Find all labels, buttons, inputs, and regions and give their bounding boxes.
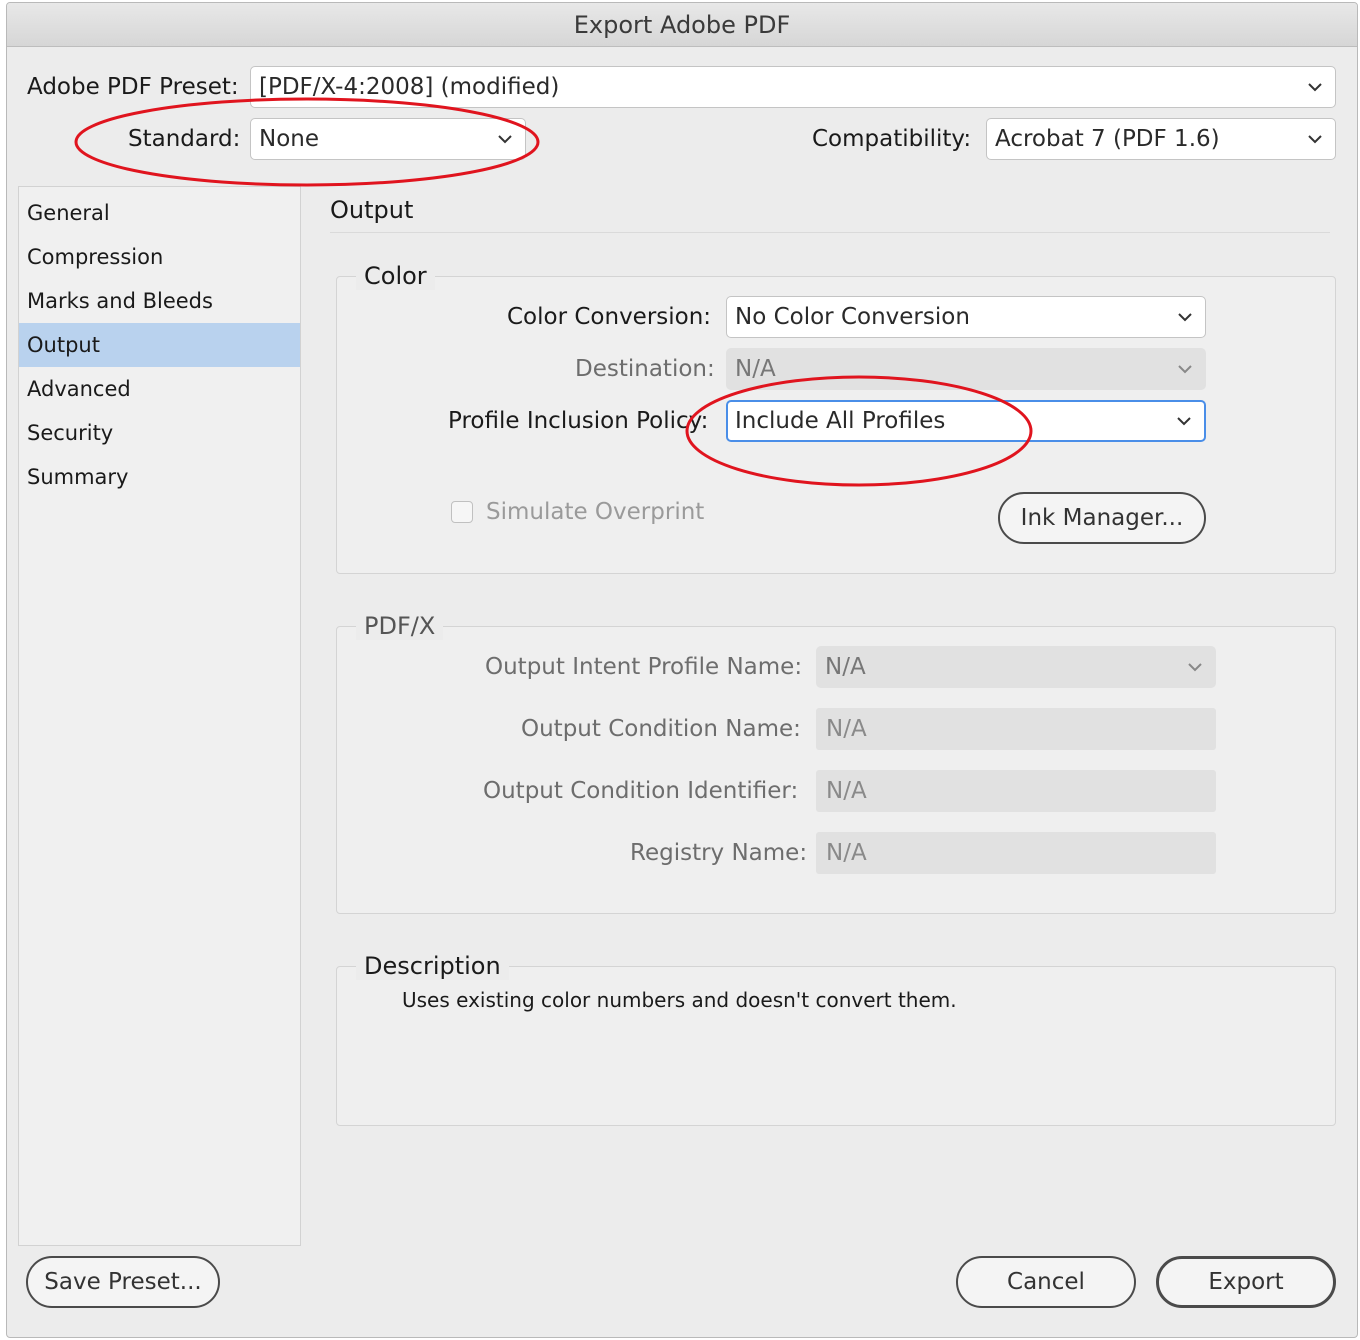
chevron-down-icon (1307, 67, 1323, 107)
color-conversion-label: Color Conversion: (507, 304, 712, 330)
output-condition-id-label: Output Condition Identifier: (483, 778, 799, 804)
chevron-down-icon (1187, 647, 1203, 687)
simulate-overprint-checkbox[interactable] (451, 501, 473, 523)
output-intent-select[interactable]: N/A (816, 646, 1216, 688)
sidebar-item-advanced[interactable]: Advanced (19, 367, 300, 411)
sidebar-item-security[interactable]: Security (19, 411, 300, 455)
sidebar-item-summary[interactable]: Summary (19, 455, 300, 499)
preset-select[interactable]: [PDF/X-4:2008] (modified) (250, 66, 1336, 108)
profile-inclusion-label: Profile Inclusion Policy: (448, 408, 709, 434)
standard-select[interactable]: None (250, 118, 526, 160)
output-intent-value: N/A (825, 654, 866, 680)
compatibility-value: Acrobat 7 (PDF 1.6) (995, 126, 1220, 152)
sidebar: General Compression Marks and Bleeds Out… (18, 186, 301, 1246)
compatibility-label: Compatibility: (812, 126, 972, 152)
profile-inclusion-value: Include All Profiles (735, 408, 946, 434)
save-preset-button[interactable]: Save Preset... (26, 1256, 220, 1308)
cancel-button[interactable]: Cancel (956, 1256, 1136, 1308)
chevron-down-icon (1307, 119, 1323, 159)
chevron-down-icon (1177, 349, 1193, 389)
description-text: Uses existing color numbers and doesn't … (402, 988, 957, 1012)
color-group-title: Color (356, 262, 435, 290)
output-condition-name-label: Output Condition Name: (521, 716, 801, 742)
color-conversion-value: No Color Conversion (735, 304, 970, 330)
preset-label: Adobe PDF Preset: (27, 74, 239, 100)
registry-name-field[interactable]: N/A (816, 832, 1216, 874)
export-button[interactable]: Export (1156, 1256, 1336, 1308)
standard-label: Standard: (128, 126, 241, 152)
chevron-down-icon (1177, 297, 1193, 337)
chevron-down-icon (1176, 402, 1192, 440)
destination-value: N/A (735, 356, 776, 382)
chevron-down-icon (497, 119, 513, 159)
sidebar-item-compression[interactable]: Compression (19, 235, 300, 279)
color-conversion-select[interactable]: No Color Conversion (726, 296, 1206, 338)
pdfx-group-title: PDF/X (356, 612, 444, 640)
standard-value: None (259, 126, 320, 152)
sidebar-item-output[interactable]: Output (19, 323, 300, 367)
ink-manager-button[interactable]: Ink Manager... (998, 492, 1206, 544)
registry-name-label: Registry Name: (630, 840, 808, 866)
output-condition-id-field[interactable]: N/A (816, 770, 1216, 812)
destination-label: Destination: (575, 356, 715, 382)
simulate-overprint-label: Simulate Overprint (486, 499, 705, 525)
description-group-title: Description (356, 952, 509, 980)
compatibility-select[interactable]: Acrobat 7 (PDF 1.6) (986, 118, 1336, 160)
sidebar-item-marks-and-bleeds[interactable]: Marks and Bleeds (19, 279, 300, 323)
section-title: Output (330, 196, 414, 224)
sidebar-item-general[interactable]: General (19, 191, 300, 235)
output-condition-name-field[interactable]: N/A (816, 708, 1216, 750)
profile-inclusion-select[interactable]: Include All Profiles (726, 400, 1206, 442)
output-intent-label: Output Intent Profile Name: (485, 654, 803, 680)
window-title: Export Adobe PDF (7, 3, 1357, 47)
section-divider (330, 232, 1330, 233)
preset-value: [PDF/X-4:2008] (modified) (259, 74, 560, 100)
destination-select[interactable]: N/A (726, 348, 1206, 390)
